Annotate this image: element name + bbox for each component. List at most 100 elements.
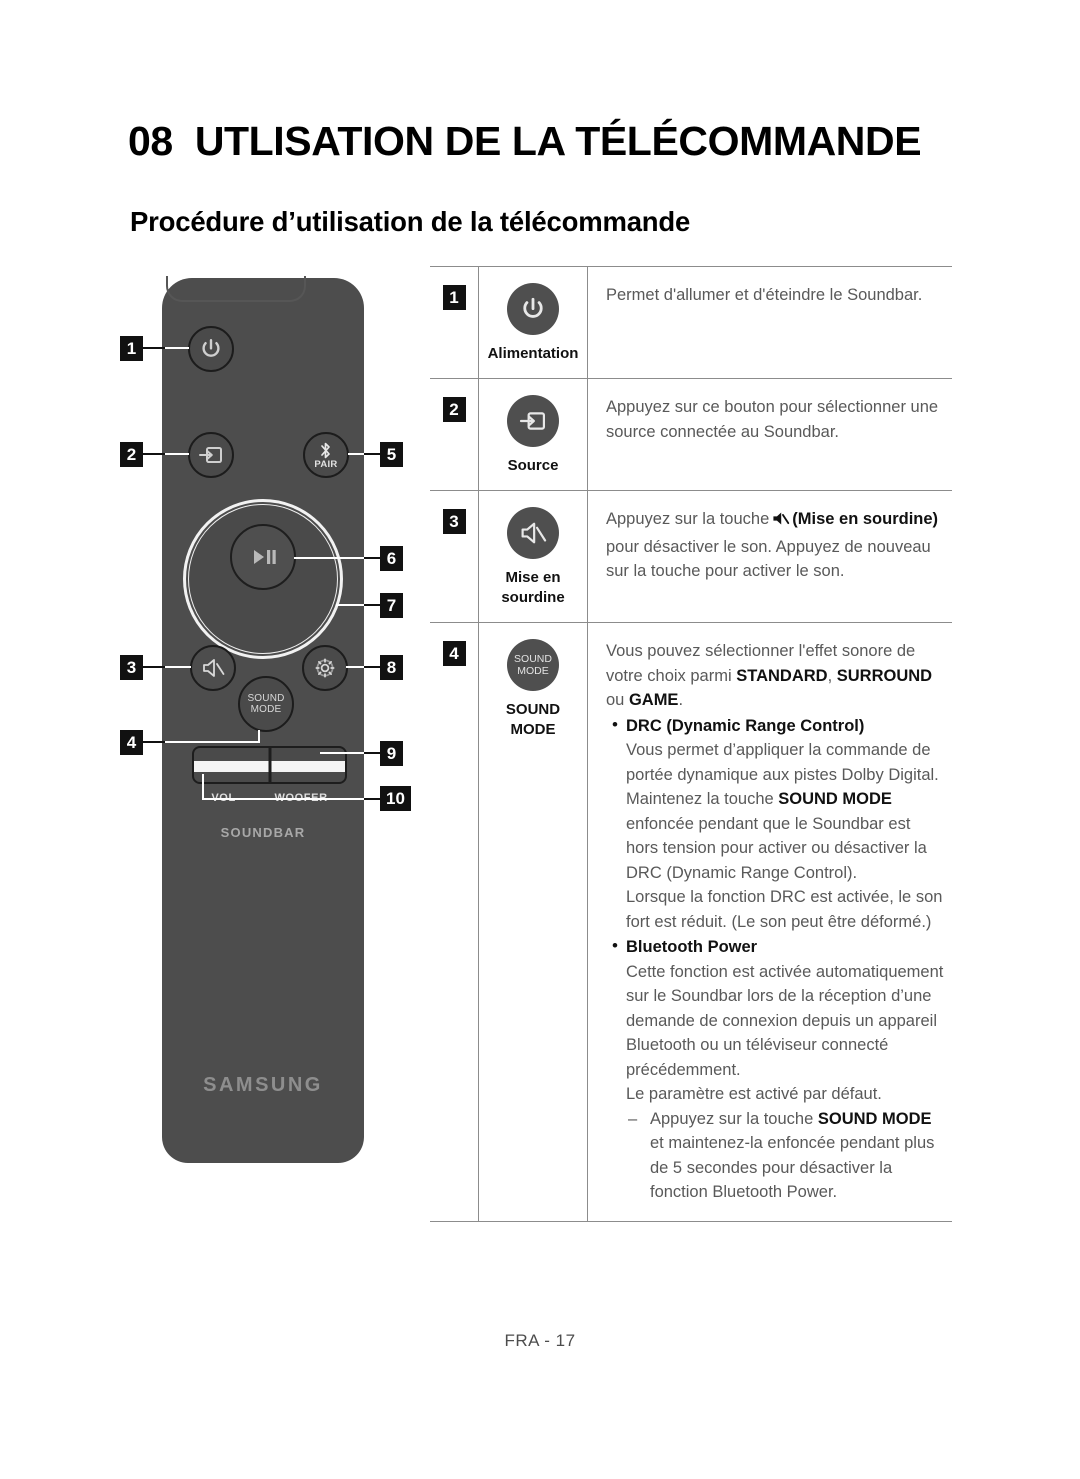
intro-sep2: ou (606, 691, 629, 709)
row-number-cell: 1 (430, 267, 478, 378)
row-icon-caption: Source (507, 457, 559, 474)
callout-badge-2: 2 (120, 442, 143, 467)
drc-body-bold: SOUND MODE (778, 790, 892, 808)
bt-sub-part2: et maintenez-la enfoncée pendant plus de… (650, 1134, 935, 1201)
bt-sub-item: Appuyez sur la touche SOUND MODE et main… (626, 1107, 946, 1205)
sound-mode-bullets: DRC (Dynamic Range Control) Vous permet … (606, 713, 946, 1205)
callout-leader-7 (336, 604, 366, 606)
intro-sep1: , (827, 666, 837, 685)
row-description-line1: Appuyez sur ce bouton pour sélectionner … (606, 398, 939, 416)
callout-leader-4 (165, 741, 260, 743)
row-icon-cell: SOUND MODE SOUND MODE (478, 623, 588, 1221)
drc-body-part3: Lorsque la fonction DRC est activée, le … (626, 888, 943, 931)
sound-mode-button-icon: SOUND MODE (507, 639, 559, 691)
callout-leader-9-outer (364, 752, 382, 754)
gear-icon (315, 658, 335, 678)
remote-bluetooth-pair-button[interactable]: PAIR (303, 432, 349, 478)
source-button-icon (507, 395, 559, 447)
bullet-drc-body: Vous permet d’appliquer la commande de p… (626, 738, 946, 885)
remote-brand-logo: SAMSUNG (203, 1074, 323, 1096)
bt-body-part2: Le paramètre est activé par défaut. (626, 1085, 882, 1103)
intro-end: . (678, 691, 684, 709)
remote-settings-button[interactable] (302, 645, 348, 691)
table-row: 4 SOUND MODE SOUND MODE Vous pouvez séle… (430, 622, 952, 1222)
power-icon (523, 297, 543, 318)
callout-leader-4-outer (143, 741, 165, 743)
remote-functions-table: 1 Alimentation Permet d'allumer et d'éte… (430, 266, 952, 1222)
callout-leader-6 (294, 557, 366, 559)
page-footer: FRA - 17 (504, 1331, 576, 1350)
callout-leader-1-outer (143, 347, 165, 349)
remote-source-button[interactable] (188, 432, 234, 478)
mute-icon (521, 522, 547, 544)
bt-sub-part1: Appuyez sur la touche (650, 1109, 818, 1128)
bt-body-part1: Cette fonction est activée automatiqueme… (626, 962, 944, 1079)
remote-sound-mode-label: SOUND MODE (247, 693, 284, 716)
callout-leader-5-outer (364, 453, 382, 455)
row-description-text: Permet d'allumer et d'éteindre le Soundb… (606, 286, 923, 304)
callout-badge-8: 8 (380, 655, 403, 680)
sound-mode-intro: Vous pouvez sélectionner l'effet sonore … (606, 639, 946, 713)
row-number-badge: 3 (442, 509, 466, 534)
power-icon (202, 339, 220, 357)
table-row: 1 Alimentation Permet d'allumer et d'éte… (430, 266, 952, 378)
remote-soundbar-label: SOUNDBAR (220, 825, 306, 840)
chapter-title: UTLISATION DE LA TÉLÉCOMMANDE (194, 118, 922, 164)
mute-button-icon (507, 507, 559, 559)
row-description-cell: Vous pouvez sélectionner l'effet sonore … (588, 623, 952, 1221)
row-icon-caption: SOUND MODE (505, 701, 561, 738)
table-row: 3 Mise en sourdine Appuyez sur la touche… (430, 490, 952, 622)
row-description-cell: Permet d'allumer et d'éteindre le Soundb… (588, 267, 952, 378)
callout-leader-2-outer (143, 453, 165, 455)
callout-badge-7: 7 (380, 593, 403, 618)
intro-bold-surround: SURROUND (836, 666, 933, 685)
remote-sound-mode-button[interactable]: SOUND MODE (238, 676, 294, 732)
callout-leader-10-outer (364, 798, 382, 800)
remote-control-illustration: PAIR SOUND MODE SOUNDBAR SAMSUNG 1 2 3 4… (110, 262, 440, 1192)
mute-desc-part2: pour désactiver le son. Appuyez de nouve… (606, 537, 931, 581)
callout-leader-8-outer (364, 666, 382, 668)
callout-badge-5: 5 (380, 442, 403, 467)
mute-desc-part1: Appuyez sur la touche (606, 510, 770, 528)
callout-leader-3 (165, 666, 191, 668)
row-icon-cell: Mise en sourdine (478, 491, 588, 622)
row-number-badge: 4 (442, 641, 466, 666)
row-number-badge: 1 (442, 285, 466, 310)
mute-desc-bold: (Mise en sourdine) (792, 510, 939, 528)
section-title: Procédure d’utilisation de la télécomman… (130, 206, 691, 237)
remote-mute-button[interactable] (190, 645, 236, 691)
row-description-cell: Appuyez sur ce bouton pour sélectionner … (588, 379, 952, 490)
remote-power-button[interactable] (188, 326, 234, 372)
callout-leader-7-outer (364, 604, 382, 606)
remote-sound-mode-line1: SOUND (247, 692, 285, 704)
remote-play-pause-button[interactable] (230, 524, 296, 590)
callout-leader-10-riser (202, 774, 204, 800)
row-icon-caption-line2: sourdine (501, 589, 565, 606)
page-title: 08 UTLISATION DE LA TÉLÉCOMMANDE (128, 118, 978, 165)
source-input-icon (519, 412, 546, 430)
chapter-number: 08 (128, 118, 173, 164)
mute-icon (203, 659, 225, 677)
play-pause-icon (254, 550, 276, 564)
drc-body-part2: enfoncée pendant que le Soundbar est hor… (626, 814, 927, 882)
power-button-icon (507, 283, 559, 335)
sound-mode-icon-line1: SOUND (514, 653, 552, 665)
row-number-cell: 2 (430, 379, 478, 490)
intro-bold-game: GAME (628, 691, 679, 709)
callout-leader-2 (165, 453, 189, 455)
row-icon-cell: Source (478, 379, 588, 490)
inline-mute-icon (771, 510, 790, 535)
row-description-line2: source connectée au Soundbar. (606, 422, 840, 441)
remote-pair-label: PAIR (314, 458, 338, 470)
sound-mode-icon-line2: MODE (517, 665, 549, 677)
callout-badge-6: 6 (380, 546, 403, 571)
callout-leader-9 (320, 752, 366, 754)
callout-leader-1 (165, 347, 189, 349)
rocker-divider (268, 748, 271, 782)
callout-leader-8 (346, 666, 366, 668)
row-icon-caption-line1: Mise en (505, 569, 561, 586)
callout-leader-6-outer (364, 557, 382, 559)
callout-badge-4: 4 (120, 730, 143, 755)
callout-leader-10 (202, 798, 366, 800)
callout-badge-10: 10 (380, 786, 411, 811)
